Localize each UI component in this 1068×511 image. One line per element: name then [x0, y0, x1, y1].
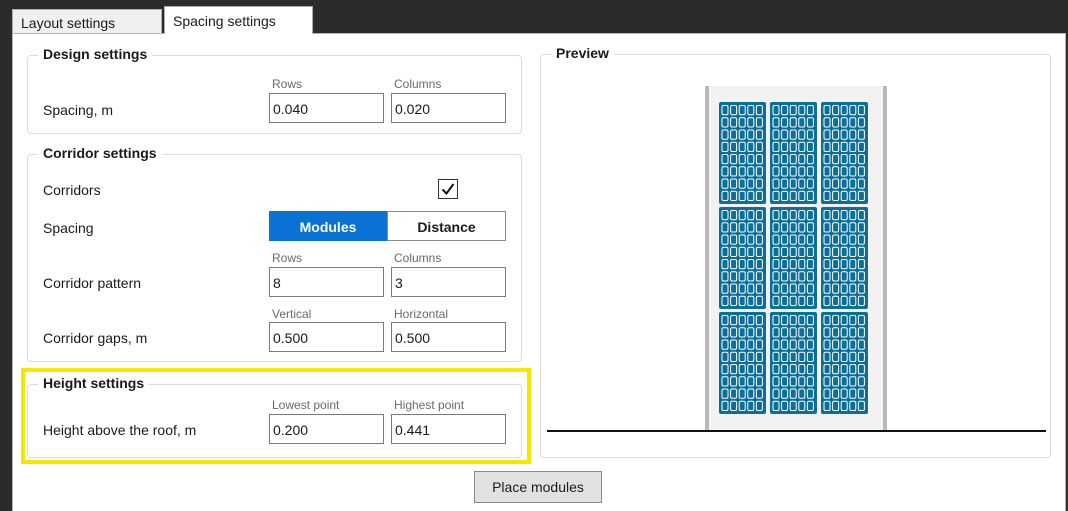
rows-caption: Rows	[272, 77, 303, 91]
pattern-rows-caption: Rows	[272, 251, 303, 265]
design-settings-group: Design settings Spacing, m Rows Columns …	[27, 46, 522, 134]
gaps-vertical-input[interactable]: 0.500	[269, 322, 384, 352]
pattern-columns-caption: Columns	[394, 251, 442, 265]
lowest-point-input[interactable]: 0.200	[269, 414, 384, 444]
preview-group: Preview	[540, 45, 1051, 458]
height-above-roof-label: Height above the roof, m	[43, 422, 197, 438]
gaps-vertical-caption: Vertical	[272, 307, 312, 321]
spacing-label: Spacing, m	[43, 102, 114, 118]
height-settings-title: Height settings	[38, 375, 150, 391]
corridor-settings-group: Corridor settings Corridors Spacing Modu…	[27, 145, 522, 362]
roof-edge-left	[705, 86, 709, 431]
tab-strip: Layout settings Spacing settings	[12, 6, 1066, 34]
roof-edge-right	[883, 86, 887, 431]
gaps-horizontal-caption: Horizontal	[394, 307, 449, 321]
highest-point-caption: Highest point	[394, 398, 465, 412]
spacing-settings-panel: Design settings Spacing, m Rows Columns …	[12, 33, 1066, 511]
pattern-rows-input[interactable]: 8	[269, 267, 384, 297]
corridors-label: Corridors	[43, 182, 101, 198]
spacing-distance-button[interactable]: Distance	[387, 211, 506, 241]
corridor-settings-title: Corridor settings	[38, 145, 162, 161]
lowest-point-caption: Lowest point	[272, 398, 340, 412]
design-settings-title: Design settings	[38, 46, 153, 62]
corridor-gaps-label: Corridor gaps, m	[43, 330, 148, 346]
height-settings-group: Height settings Lowest point Highest poi…	[27, 375, 522, 458]
spacing-modules-button[interactable]: Modules	[269, 211, 387, 241]
tab-layout-settings[interactable]: Layout settings	[12, 9, 162, 34]
gaps-horizontal-input[interactable]: 0.500	[391, 322, 506, 352]
columns-caption: Columns	[394, 77, 442, 91]
highest-point-input[interactable]: 0.441	[391, 414, 506, 444]
spacing-rows-input[interactable]: 0.040	[269, 93, 384, 123]
corridors-checkbox[interactable]	[438, 179, 458, 199]
preview-canvas	[547, 86, 1046, 432]
corridor-spacing-label: Spacing	[43, 220, 94, 236]
checkmark-icon	[441, 183, 455, 196]
spacing-columns-input[interactable]: 0.020	[391, 93, 506, 123]
corridor-pattern-label: Corridor pattern	[43, 275, 142, 291]
tab-spacing-settings[interactable]: Spacing settings	[164, 6, 313, 34]
pattern-columns-input[interactable]: 3	[391, 267, 506, 297]
place-modules-button[interactable]: Place modules	[474, 471, 602, 503]
